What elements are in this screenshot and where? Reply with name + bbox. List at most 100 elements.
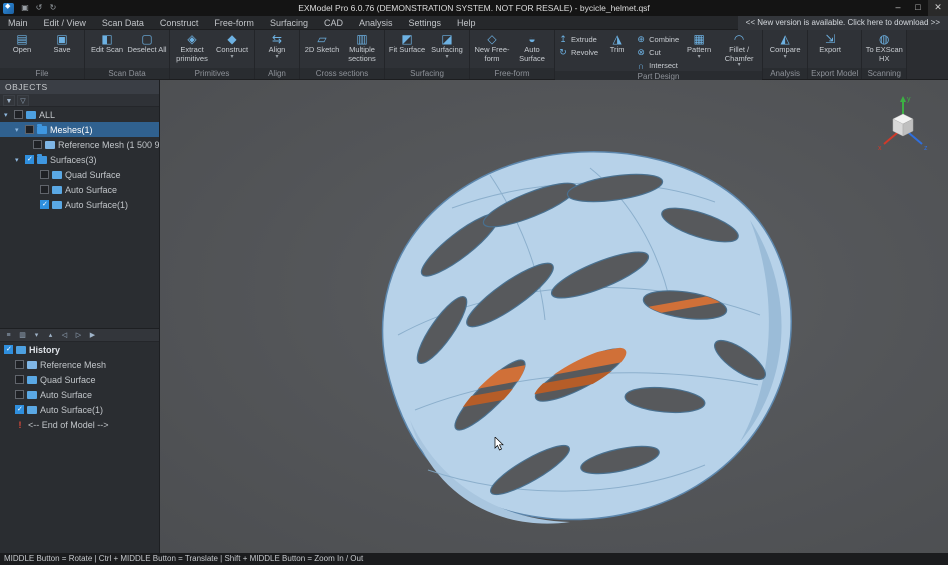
menu-main[interactable]: Main xyxy=(0,16,36,30)
2d-sketch-button[interactable]: ▱ 2D Sketch xyxy=(302,31,342,68)
align-icon: ⇆ xyxy=(272,32,282,46)
construct-button[interactable]: ◆ Construct xyxy=(212,31,252,68)
checkbox[interactable] xyxy=(15,360,24,369)
fit-surface-button[interactable]: ◩ Fit Surface xyxy=(387,31,427,68)
menu-scan-data[interactable]: Scan Data xyxy=(94,16,152,30)
maximize-button[interactable]: □ xyxy=(908,0,928,16)
deselect-all-button[interactable]: ▢ Deselect All xyxy=(127,31,167,68)
tree-item-surfaces[interactable]: Surfaces(3) xyxy=(0,152,159,167)
tree-item-auto-surface-1[interactable]: Auto Surface(1) xyxy=(0,197,159,212)
tree-item-all[interactable]: ALL xyxy=(0,107,159,122)
checkbox[interactable] xyxy=(40,200,49,209)
expand-icon[interactable] xyxy=(15,126,22,134)
extract-primitives-icon: ◈ xyxy=(187,32,196,46)
checkbox[interactable] xyxy=(15,405,24,414)
axis-gizmo[interactable]: y x z xyxy=(872,92,934,154)
revolve-button[interactable]: ↻ Revolve xyxy=(558,47,598,58)
checkbox[interactable] xyxy=(15,375,24,384)
checkbox[interactable] xyxy=(40,185,49,194)
multiple-sections-button[interactable]: ▥ Multiple sections xyxy=(342,31,382,68)
group-label-cross-sections: Cross sections xyxy=(300,68,384,79)
history-item-auto-surface-1[interactable]: Auto Surface(1) xyxy=(0,402,159,417)
history-item-auto-surface[interactable]: Auto Surface xyxy=(0,387,159,402)
tree-item-meshes[interactable]: Meshes(1) xyxy=(0,122,159,137)
minimize-button[interactable]: – xyxy=(888,0,908,16)
collapse-icon[interactable] xyxy=(30,330,43,341)
save-button[interactable]: ▣ Save xyxy=(42,31,82,68)
menu-cad[interactable]: CAD xyxy=(316,16,351,30)
tree-item-quad-surface[interactable]: Quad Surface xyxy=(0,167,159,182)
history-title-row[interactable]: History xyxy=(0,342,159,357)
menu-surfacing[interactable]: Surfacing xyxy=(262,16,316,30)
mesh-icon xyxy=(27,361,37,369)
tree-item-auto-surface[interactable]: Auto Surface xyxy=(0,182,159,197)
open-button[interactable]: ▤ Open xyxy=(2,31,42,68)
menu-free-form[interactable]: Free-form xyxy=(206,16,262,30)
checkbox[interactable] xyxy=(25,125,34,134)
surfacing-button[interactable]: ◪ Surfacing xyxy=(427,31,467,68)
app-window: EXModel Pro 6.0.76 (DEMONSTRATION SYSTEM… xyxy=(0,0,948,565)
surface-icon xyxy=(27,376,37,384)
checkbox[interactable] xyxy=(4,345,13,354)
group-icon xyxy=(26,111,36,119)
history-item-quad-surface[interactable]: Quad Surface xyxy=(0,372,159,387)
fillet-chamfer-icon: ◠ xyxy=(734,32,744,46)
edit-scan-button[interactable]: ◧ Edit Scan xyxy=(87,31,127,68)
list-view-icon[interactable] xyxy=(2,330,15,341)
detail-view-icon[interactable] xyxy=(16,330,29,341)
expand-icon[interactable] xyxy=(15,156,22,164)
dropdown-caret-icon xyxy=(738,63,741,67)
checkbox[interactable] xyxy=(15,390,24,399)
menu-help[interactable]: Help xyxy=(449,16,484,30)
trim-button[interactable]: ◮ Trim xyxy=(601,31,633,71)
history-item-reference-mesh[interactable]: Reference Mesh xyxy=(0,357,159,372)
combine-label: Combine xyxy=(649,35,679,44)
history-item-label: Quad Surface xyxy=(40,375,96,385)
menu-analysis[interactable]: Analysis xyxy=(351,16,401,30)
filter-clear-icon[interactable] xyxy=(17,95,29,106)
intersect-button[interactable]: ∩ Intersect xyxy=(636,60,679,71)
checkbox[interactable] xyxy=(25,155,34,164)
3d-viewport[interactable]: y x z xyxy=(160,80,948,553)
combine-button[interactable]: ⊕ Combine xyxy=(636,34,679,45)
compare-button[interactable]: ◭ Compare xyxy=(765,31,805,68)
close-button[interactable]: ✕ xyxy=(928,0,948,16)
expand-all-icon[interactable] xyxy=(44,330,57,341)
axis-y-label: y xyxy=(907,96,911,103)
tree-item-label: Meshes(1) xyxy=(50,125,93,135)
step-back-icon[interactable] xyxy=(58,330,71,341)
menu-settings[interactable]: Settings xyxy=(401,16,450,30)
group-label-align: Align xyxy=(255,68,299,79)
tree-item-reference-mesh[interactable]: Reference Mesh (1 500 970) xyxy=(0,137,159,152)
play-icon[interactable] xyxy=(86,330,99,341)
step-forward-icon[interactable] xyxy=(72,330,85,341)
fillet-chamfer-label: Fillet / Chamfer xyxy=(719,46,759,63)
history-item-end-of-model[interactable]: ! <-- End of Model --> xyxy=(0,417,159,432)
checkbox[interactable] xyxy=(14,110,23,119)
menu-edit-view[interactable]: Edit / View xyxy=(36,16,94,30)
quick-redo-icon[interactable] xyxy=(46,2,60,14)
ribbon-toolbar: ▤ Open ▣ Save File ◧ Edit Scan ▢ Deselec… xyxy=(0,30,948,80)
to-exscan-hx-icon: ◍ xyxy=(879,32,889,46)
group-label-primitives: Primitives xyxy=(170,68,254,79)
update-notice-link[interactable]: << New version is available. Click here … xyxy=(738,16,948,30)
ribbon-group-primitives: ◈ Extract primitives ◆ Construct Primiti… xyxy=(170,30,255,79)
checkbox[interactable] xyxy=(33,140,42,149)
fillet-chamfer-button[interactable]: ◠ Fillet / Chamfer xyxy=(719,31,759,71)
filter-icon[interactable] xyxy=(3,95,15,106)
expand-icon[interactable] xyxy=(4,111,11,119)
align-button[interactable]: ⇆ Align xyxy=(257,31,297,68)
ribbon-group-scanning: ◍ To EXScan HX Scanning xyxy=(862,30,907,79)
new-free-form-button[interactable]: ◇ New Free-form xyxy=(472,31,512,68)
export-button[interactable]: ⇲ Export xyxy=(810,31,850,68)
cut-button[interactable]: ⊗ Cut xyxy=(636,47,679,58)
to-exscan-hx-button[interactable]: ◍ To EXScan HX xyxy=(864,31,904,68)
pattern-button[interactable]: ▦ Pattern xyxy=(682,31,716,71)
extract-primitives-button[interactable]: ◈ Extract primitives xyxy=(172,31,212,68)
auto-surface-button[interactable]: ◒ Auto Surface xyxy=(512,31,552,68)
extrude-button[interactable]: ↥ Extrude xyxy=(558,34,598,45)
menu-construct[interactable]: Construct xyxy=(152,16,207,30)
quick-undo-icon[interactable] xyxy=(32,2,46,14)
quick-save-icon[interactable] xyxy=(18,2,32,14)
checkbox[interactable] xyxy=(40,170,49,179)
